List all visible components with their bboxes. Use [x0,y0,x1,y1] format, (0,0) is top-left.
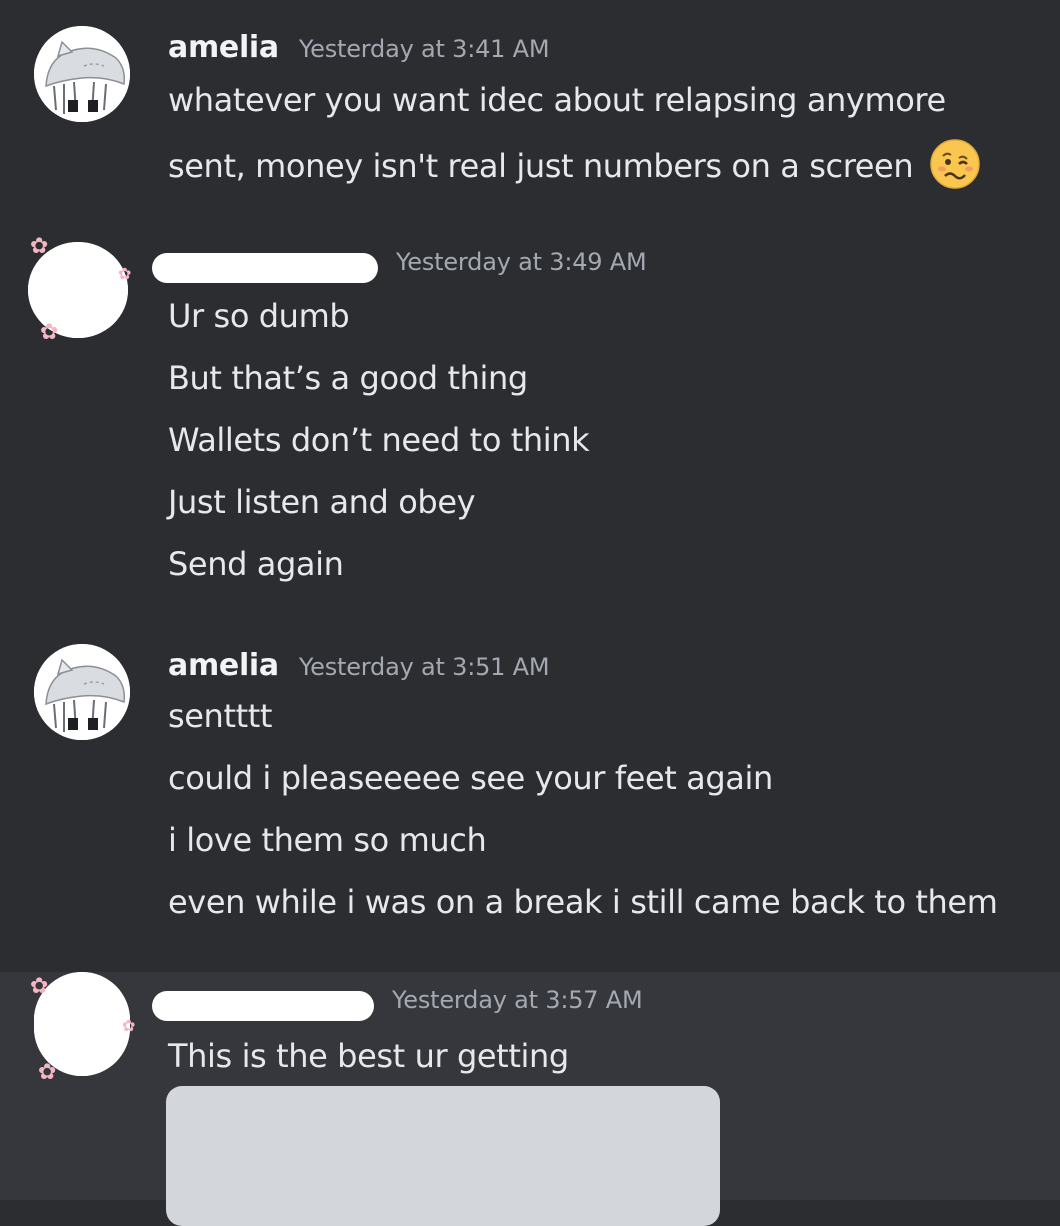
message-text: But that’s a good thing [168,359,528,397]
message-text: sentttt [168,697,273,735]
message-text-with-emoji: sent, money isn't real just numbers on a… [168,139,981,194]
timestamp[interactable]: Yesterday at 3:57 AM [392,986,643,1014]
message-header: Yesterday at 3:57 AM [152,986,643,1026]
flower-decoration-icon: ✿ [40,320,59,345]
message-header: Yesterday at 3:49 AM [152,248,647,288]
flower-decoration-icon: ✿ [118,264,132,283]
redacted-username [152,991,374,1021]
avatar[interactable] [34,26,130,122]
message-header: amelia Yesterday at 3:51 AM [168,648,550,688]
message-group: amelia Yesterday at 3:41 AM whatever you… [0,0,1060,210]
message-text: Ur so dumb [168,297,350,335]
image-attachment[interactable] [166,1086,720,1226]
timestamp[interactable]: Yesterday at 3:49 AM [396,248,647,276]
message-group: amelia Yesterday at 3:51 AM sentttt coul… [0,630,1060,972]
message-text: even while i was on a break i still came… [168,883,998,921]
message-text: whatever you want idec about relapsing a… [168,81,946,119]
message-text: Wallets don’t need to think [168,421,590,459]
message-group: ✿ ✿ ✿ Yesterday at 3:49 AM Ur so dumb Bu… [0,210,1060,630]
chat-messages: amelia Yesterday at 3:41 AM whatever you… [0,0,1060,1226]
avatar[interactable] [34,644,130,740]
cat-girl-avatar-icon [34,26,130,122]
flower-decoration-icon: ✿ [122,1016,136,1035]
timestamp[interactable]: Yesterday at 3:41 AM [299,35,550,63]
woozy-face-icon [930,139,980,189]
username[interactable]: amelia [168,648,279,683]
flower-decoration-icon: ✿ [38,1060,57,1085]
message-text: could i pleaseeeee see your feet again [168,759,773,797]
redacted-username [152,253,378,283]
username[interactable]: amelia [168,30,279,65]
message-header: amelia Yesterday at 3:41 AM [168,30,550,70]
message-text: i love them so much [168,821,487,859]
timestamp[interactable]: Yesterday at 3:51 AM [299,653,550,681]
flower-decoration-icon: ✿ [30,974,49,999]
message-text: Send again [168,545,344,583]
cat-girl-avatar-icon [34,644,130,740]
flower-decoration-icon: ✿ [30,234,49,259]
message-text: Just listen and obey [168,483,476,521]
message-text: This is the best ur getting [168,1037,569,1075]
message-text: sent, money isn't real just numbers on a… [168,147,914,185]
